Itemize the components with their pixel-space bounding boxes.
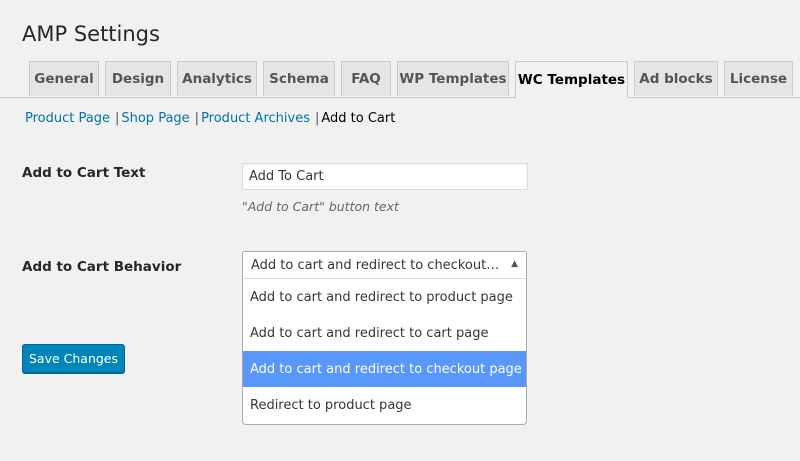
subnav-add-to-cart: Add to Cart xyxy=(321,111,396,126)
subnav-product-page[interactable]: Product Page xyxy=(25,111,110,126)
tab-analytics[interactable]: Analytics xyxy=(177,61,257,96)
tab-faq[interactable]: FAQ xyxy=(341,61,391,96)
subnav-separator: | xyxy=(314,111,320,126)
tab-wc-templates[interactable]: WC Templates xyxy=(515,61,628,98)
caret-up-icon: ▲ xyxy=(511,259,518,269)
cart-behavior-label: Add to Cart Behavior xyxy=(22,259,182,275)
tab-ad-blocks[interactable]: Ad blocks xyxy=(634,61,718,96)
tab-schema[interactable]: Schema xyxy=(263,61,335,96)
tab-design[interactable]: Design xyxy=(105,61,171,96)
settings-tabs: General Design Analytics Schema FAQ WP T… xyxy=(0,61,800,98)
option-redirect-to-product[interactable]: Redirect to product page xyxy=(243,387,526,423)
option-redirect-cart-page[interactable]: Add to cart and redirect to cart page xyxy=(243,315,526,351)
subnav-shop-page[interactable]: Shop Page xyxy=(121,111,189,126)
cart-text-input[interactable] xyxy=(242,163,528,190)
tab-wp-templates[interactable]: WP Templates xyxy=(397,61,509,96)
subnav-separator: | xyxy=(114,111,120,126)
cart-behavior-select[interactable]: Add to cart and redirect to checkout pag… xyxy=(242,251,527,279)
page-title: AMP Settings xyxy=(22,22,160,46)
save-changes-button[interactable]: Save Changes xyxy=(22,344,125,373)
cart-text-description: "Add to Cart" button text xyxy=(242,199,399,214)
cart-text-label: Add to Cart Text xyxy=(22,165,146,181)
tab-general[interactable]: General xyxy=(29,61,99,96)
subnav-product-archives[interactable]: Product Archives xyxy=(201,111,310,126)
option-redirect-checkout-page[interactable]: Add to cart and redirect to checkout pag… xyxy=(243,351,526,387)
option-redirect-product-page[interactable]: Add to cart and redirect to product page xyxy=(243,279,526,315)
subnav-separator: | xyxy=(194,111,200,126)
cart-behavior-options: Add to cart and redirect to product page… xyxy=(242,278,527,425)
cart-behavior-selected-value: Add to cart and redirect to checkout pag… xyxy=(251,257,503,273)
subnav: Product Page | Shop Page | Product Archi… xyxy=(25,111,395,126)
tab-license[interactable]: License xyxy=(724,61,793,96)
